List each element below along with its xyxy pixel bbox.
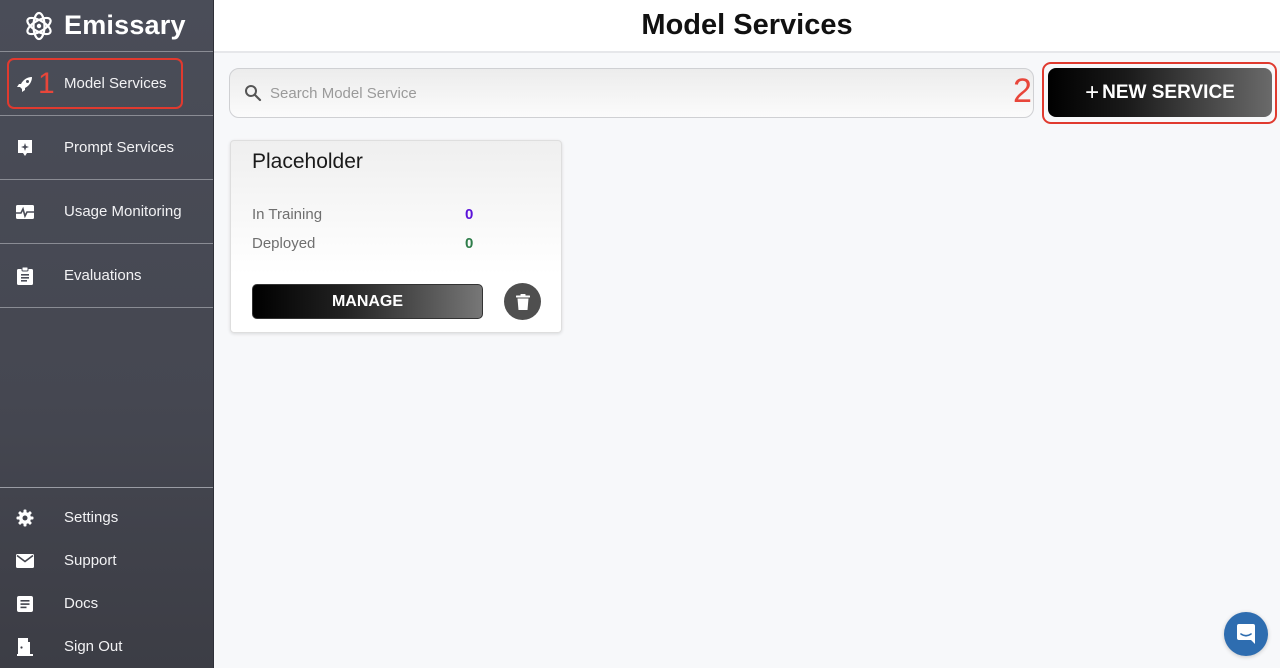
sidebar-bottom-menu: Settings Support Docs Sign Out xyxy=(0,487,213,668)
page-title: Model Services xyxy=(641,9,853,41)
annotation-number-1: 1 xyxy=(38,66,55,100)
in-training-label: In Training xyxy=(252,206,323,223)
delete-button[interactable] xyxy=(504,283,541,320)
sidebar-item-label: Support xyxy=(64,552,117,569)
sidebar: Emissary 1 Model Services Prompt Service… xyxy=(0,0,214,668)
annotation-number-2: 2 xyxy=(1013,72,1032,110)
deployed-label: Deployed xyxy=(252,235,316,252)
sidebar-item-support[interactable]: Support xyxy=(0,539,213,582)
service-card-title: Placeholder xyxy=(252,150,363,173)
sidebar-item-label: Evaluations xyxy=(64,267,142,284)
sidebar-item-label: Docs xyxy=(64,595,99,612)
sidebar-item-evaluations[interactable]: Evaluations xyxy=(0,244,213,308)
sidebar-item-settings[interactable]: Settings xyxy=(0,496,213,539)
rocket-icon xyxy=(16,75,34,93)
sidebar-item-label: Usage Monitoring xyxy=(64,203,182,220)
deployed-value: 0 xyxy=(465,235,474,252)
new-service-label: NEW SERVICE xyxy=(1102,81,1235,103)
app-name: Emissary xyxy=(64,10,186,40)
service-card: Placeholder In Training 0 Deployed 0 MAN… xyxy=(230,140,562,333)
sidebar-item-prompt-services[interactable]: Prompt Services xyxy=(0,116,213,180)
page-header: Model Services xyxy=(214,0,1280,53)
sidebar-item-label: Settings xyxy=(64,509,119,526)
sparkle-badge-icon xyxy=(16,139,34,157)
search-icon xyxy=(245,85,262,102)
sidebar-item-sign-out[interactable]: Sign Out xyxy=(0,625,213,668)
door-exit-icon xyxy=(16,637,34,656)
search-input[interactable] xyxy=(270,69,1010,117)
clipboard-icon xyxy=(16,266,34,285)
sidebar-item-label: Sign Out xyxy=(64,638,123,655)
sidebar-item-usage-monitoring[interactable]: Usage Monitoring xyxy=(0,180,213,244)
pulse-monitor-icon xyxy=(16,203,34,221)
sidebar-item-label: Model Services xyxy=(64,75,167,92)
brand[interactable]: Emissary xyxy=(0,0,213,52)
chat-icon xyxy=(1237,624,1255,644)
atom-flower-icon xyxy=(26,11,52,40)
plus-icon: + xyxy=(1085,78,1100,106)
chat-support-button[interactable] xyxy=(1224,612,1268,656)
manage-button[interactable]: MANAGE xyxy=(252,284,483,319)
gear-icon xyxy=(16,509,34,527)
in-training-value: 0 xyxy=(465,206,474,223)
envelope-icon xyxy=(16,552,34,570)
search-bar xyxy=(229,68,1034,118)
sidebar-item-label: Prompt Services xyxy=(64,139,175,156)
document-icon xyxy=(16,595,34,613)
sidebar-item-model-services[interactable]: 1 Model Services xyxy=(0,52,213,116)
trash-icon xyxy=(515,293,530,310)
sidebar-item-docs[interactable]: Docs xyxy=(0,582,213,625)
new-service-button[interactable]: + NEW SERVICE xyxy=(1048,68,1272,117)
